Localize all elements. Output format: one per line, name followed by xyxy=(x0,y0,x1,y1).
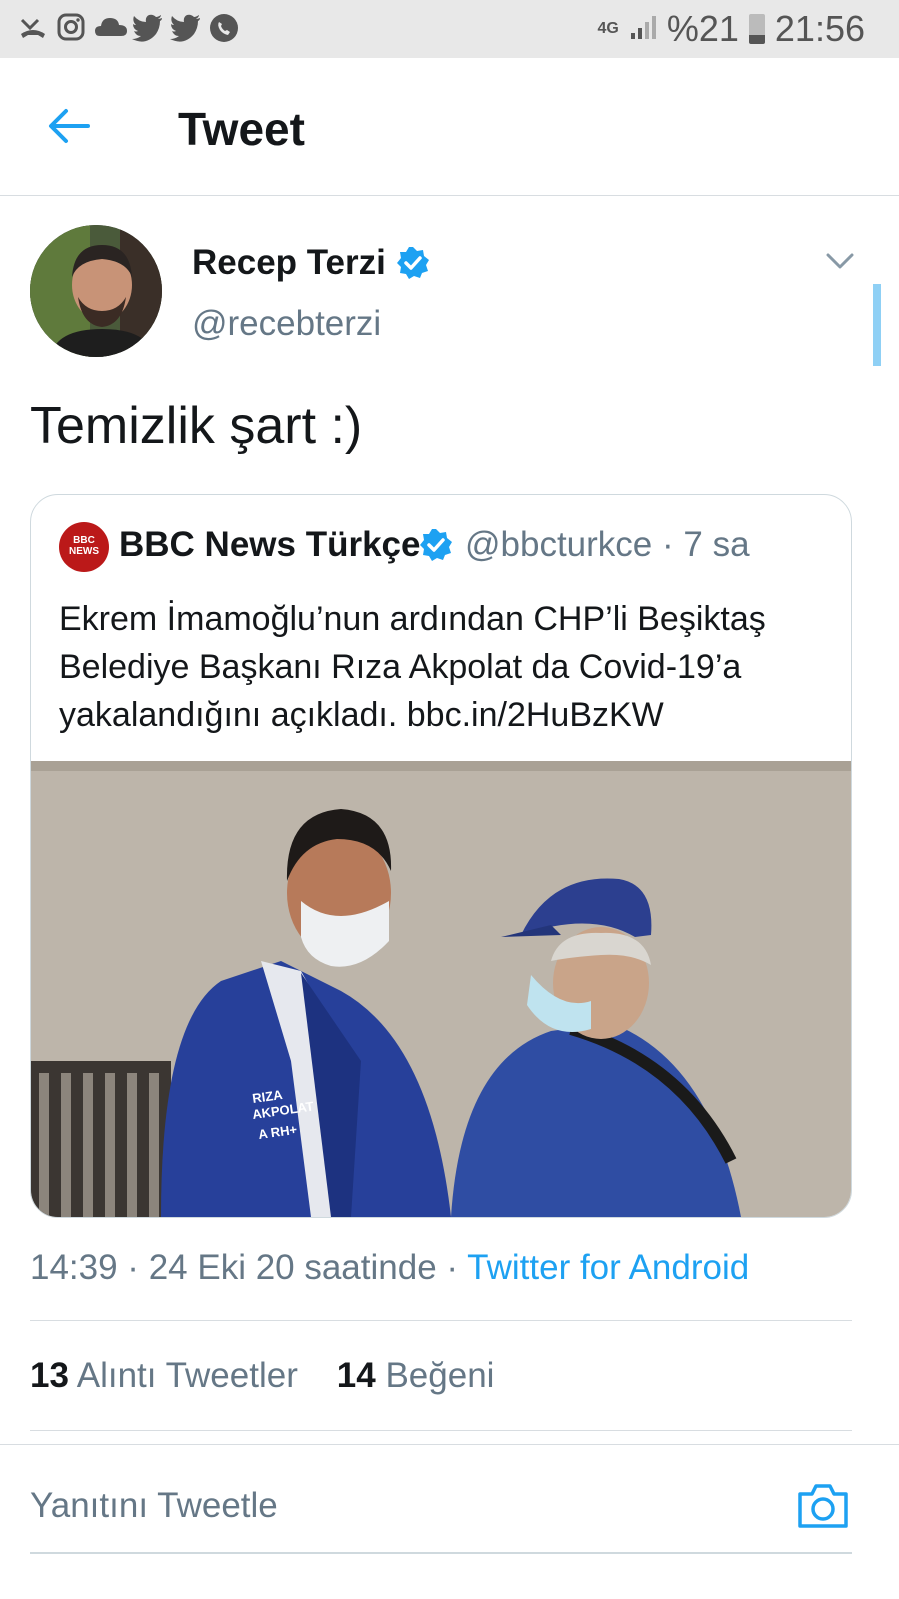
likes-stat[interactable]: 14 Beğeni xyxy=(337,1356,495,1395)
battery-percent: %21 xyxy=(666,8,739,49)
tweet-timestamp: 14:39 · 24 Eki 20 saatinde · Twitter for… xyxy=(30,1248,749,1288)
missed-call-icon xyxy=(18,12,48,42)
author-handle[interactable]: @recebterzi xyxy=(192,304,381,344)
verified-badge-icon xyxy=(419,528,453,562)
quoted-tweet[interactable]: BBC NEWS BBC News Türkçe @bbcturkce · 7 … xyxy=(30,494,852,1218)
tweet-text: Temizlik şart :) xyxy=(30,397,363,455)
whatsapp-icon xyxy=(208,12,238,42)
app-header: Tweet xyxy=(0,58,899,196)
tweet-source-link[interactable]: Twitter for Android xyxy=(467,1248,749,1287)
back-arrow-icon[interactable] xyxy=(44,106,94,146)
signal-icon xyxy=(629,8,657,50)
cloud-icon xyxy=(94,12,127,42)
quoted-handle-time: @bbcturkce · 7 sa xyxy=(465,525,750,564)
camera-icon[interactable] xyxy=(796,1480,850,1530)
quotes-stat[interactable]: 13 Alıntı Tweetler xyxy=(30,1356,298,1395)
divider xyxy=(30,1430,852,1431)
quotes-label: Alıntı Tweetler xyxy=(76,1356,298,1395)
reply-underline xyxy=(30,1552,852,1554)
status-bar: 4G %21 21:56 xyxy=(0,0,899,58)
tweet-time: 14:39 · 24 Eki 20 saatinde · xyxy=(30,1248,459,1287)
network-indicator: 4G xyxy=(597,20,619,37)
divider xyxy=(0,1444,899,1445)
clock: 21:56 xyxy=(774,8,865,49)
likes-label: Beğeni xyxy=(385,1356,495,1395)
quoted-photo[interactable]: RIZA AKPOLAT A RH+ xyxy=(31,761,851,1217)
scrollbar[interactable] xyxy=(873,284,881,366)
author-name[interactable]: Recep Terzi xyxy=(192,243,386,283)
avatar[interactable] xyxy=(30,225,162,357)
divider xyxy=(30,1320,852,1321)
instagram-icon xyxy=(56,12,86,42)
battery-icon xyxy=(748,14,765,44)
quoted-author-name: BBC News Türkçe xyxy=(119,525,421,564)
reply-input[interactable]: Yanıtını Tweetle xyxy=(30,1486,278,1526)
quotes-count: 13 xyxy=(30,1356,69,1395)
chevron-down-icon[interactable] xyxy=(824,248,856,274)
verified-badge-icon xyxy=(396,246,430,280)
bbc-logo: BBC NEWS xyxy=(59,522,109,572)
notification-icons xyxy=(18,12,238,42)
quoted-text: Ekrem İmamoğlu’nun ardından CHP’li Beşik… xyxy=(59,600,766,734)
twitter-icon xyxy=(170,12,200,42)
likes-count: 14 xyxy=(336,1356,376,1395)
twitter-icon xyxy=(132,12,162,42)
page-title: Tweet xyxy=(178,103,305,155)
tweet-stats: 13 Alıntı Tweetler 14 Beğeni xyxy=(30,1356,494,1396)
